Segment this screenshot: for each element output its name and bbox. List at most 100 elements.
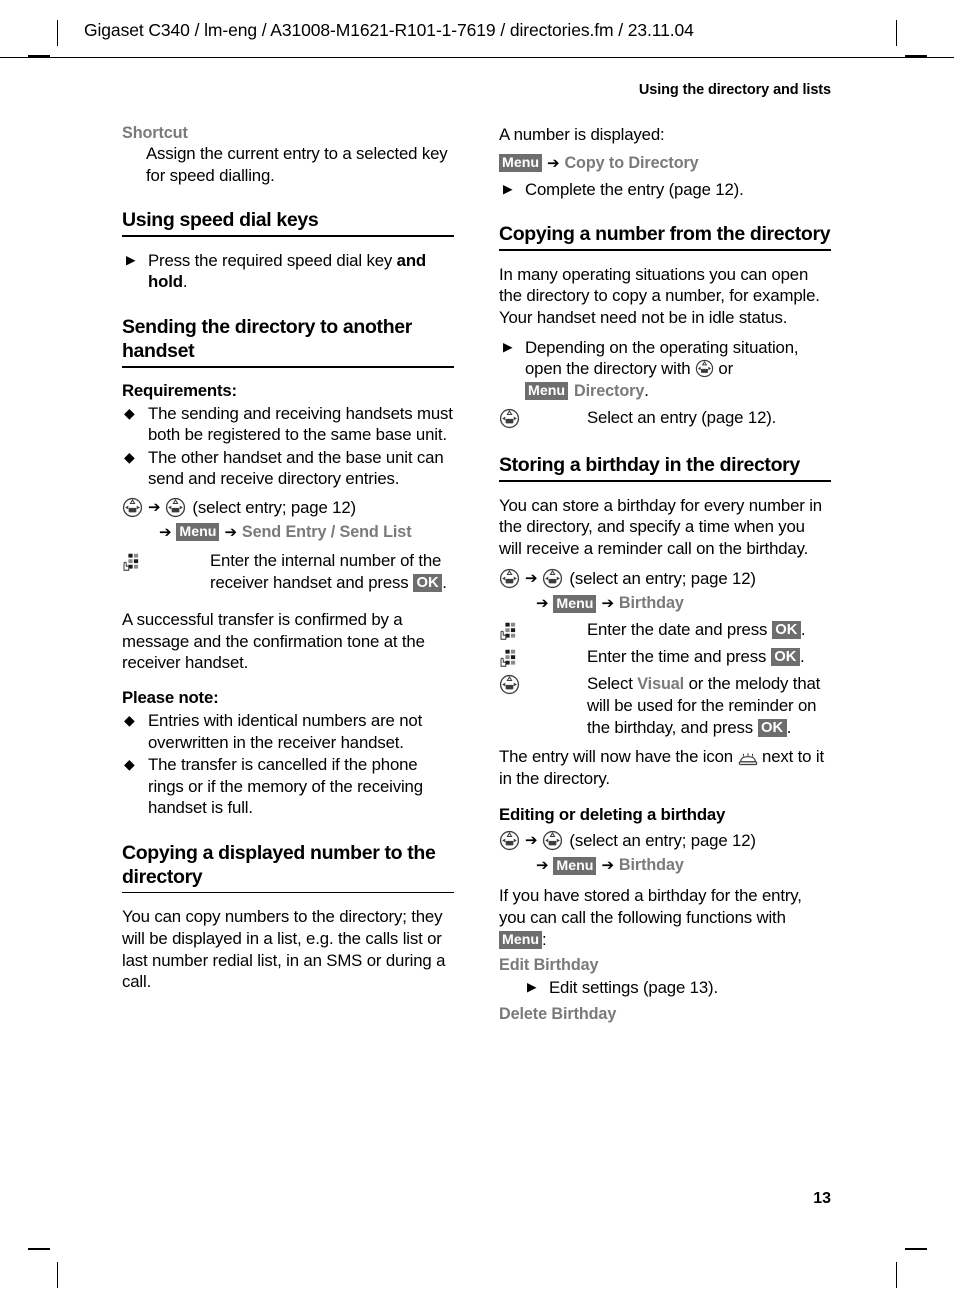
speed-dial-step-post: .: [182, 272, 188, 292]
enter-time-step: Enter the time and press OK.: [499, 646, 831, 671]
arrow-right-icon: ➔: [601, 857, 614, 875]
right-column: A number is displayed: Menu ➔ Copy to Di…: [499, 124, 831, 1024]
menu-key-badge[interactable]: Menu: [553, 594, 597, 613]
list-item: ◆ The other handset and the base unit can…: [122, 447, 454, 490]
list-item: ▶ Edit settings (page 13).: [523, 977, 831, 999]
requirements-label: Requirements:: [122, 380, 237, 400]
list-item: ◆ The transfer is cancelled if the phone …: [122, 754, 454, 819]
transfer-confirm-text: A successful transfer is confirmed by a …: [122, 610, 425, 673]
open-directory-step-post: .: [644, 380, 649, 400]
select-melody-step: Select Visual or the melody that will be…: [499, 673, 831, 739]
birthday-cake-icon: [738, 751, 758, 766]
send-keypad-step: Enter the internal number of the receive…: [122, 550, 454, 593]
navigation-key-icon: [165, 497, 186, 518]
arrow-right-icon: ➔: [536, 595, 549, 613]
copying-from-body: In many operating situations you can ope…: [499, 264, 820, 327]
keypad-digit-keys-icon: [499, 619, 587, 644]
diamond-bullet-icon: ◆: [124, 756, 135, 773]
storing-birthday-heading-block: Storing a birthday in the directory: [499, 453, 831, 482]
heading-rule: [122, 235, 454, 237]
send-keypad-step-text: Enter the internal number of the receive…: [210, 550, 454, 593]
arrow-right-icon: ➔: [601, 595, 614, 613]
editing-birthday-body-post: :: [542, 929, 547, 949]
requirement-text: The other handset and the base unit can …: [148, 447, 444, 489]
speed-dial-heading-block: Using speed dial keys: [122, 208, 454, 237]
open-directory-step-pre: Depending on the operating situation, op…: [525, 337, 799, 379]
delete-birthday-label[interactable]: Delete Birthday: [499, 1005, 831, 1024]
note-text: Entries with identical numbers are not o…: [148, 710, 423, 752]
edit-settings-step: Edit settings (page 13).: [549, 978, 718, 998]
enter-time-pre: Enter the time and press: [587, 646, 771, 666]
navigation-key-icon: [499, 830, 520, 851]
arrow-right-icon: ➔: [525, 832, 538, 850]
keypad-digit-keys-icon: [499, 646, 587, 671]
arrow-right-icon: ➔: [547, 154, 560, 172]
crop-mark-bottom-left-vertical: [57, 1262, 58, 1288]
menu-key-badge[interactable]: Menu: [176, 523, 220, 542]
triangle-bullet-icon: ▶: [126, 252, 136, 267]
birthday-select-entry-text: (select an entry; page 12): [569, 569, 756, 589]
document-header-path: Gigaset C340 / lm-eng / A31008-M1621-R10…: [84, 20, 694, 40]
requirement-text: The sending and receiving handsets must …: [148, 403, 453, 445]
ok-key-badge[interactable]: OK: [757, 718, 787, 737]
ok-key-badge[interactable]: OK: [771, 621, 801, 640]
birthday-menu-item[interactable]: Birthday: [619, 592, 684, 615]
enter-time-step-text: Enter the time and press OK.: [587, 646, 831, 668]
note-text: The transfer is cancelled if the phone r…: [148, 755, 423, 818]
navigation-key-icon: [499, 673, 587, 697]
shortcut-description: Assign the current entry to a selected k…: [146, 144, 448, 185]
diamond-bullet-icon: ◆: [124, 448, 135, 465]
heading-rule: [499, 479, 831, 482]
birthday-icon-note-pre: The entry will now have the icon: [499, 747, 738, 767]
menu-key-badge[interactable]: Menu: [499, 930, 543, 949]
birthday-menu-item[interactable]: Birthday: [619, 854, 684, 877]
triangle-bullet-icon: ▶: [527, 980, 537, 995]
storing-birthday-body: You can store a birthday for every numbe…: [499, 495, 822, 558]
navigation-key-icon: [499, 568, 520, 589]
running-head: Using the directory and lists: [638, 82, 831, 98]
edit-birthday-label[interactable]: Edit Birthday: [499, 956, 831, 975]
navigation-key-icon: [122, 497, 143, 518]
ok-key-badge[interactable]: OK: [413, 573, 443, 592]
editing-birthday-command-line-1: ➔ (select an entry; page 12): [499, 829, 831, 852]
copying-displayed-heading: Copying a displayed number to the direct…: [122, 841, 436, 888]
shortcut-definition: Shortcut Assign the current entry to a s…: [122, 124, 454, 186]
copying-from-heading-block: Copying a number from the directory: [499, 222, 831, 251]
left-column: Shortcut Assign the current entry to a s…: [122, 124, 454, 1007]
editing-birthday-heading: Editing or deleting a birthday: [499, 805, 726, 825]
editing-birthday-select-text: (select an entry; page 12): [569, 831, 756, 851]
select-visual-pre: Select: [587, 673, 638, 693]
page-number: 13: [813, 1190, 831, 1207]
arrow-right-icon: ➔: [525, 570, 538, 588]
document-page: Gigaset C340 / lm-eng / A31008-M1621-R10…: [0, 0, 954, 1307]
menu-key-badge[interactable]: Menu: [525, 381, 569, 400]
menu-key-badge[interactable]: Menu: [553, 856, 597, 875]
menu-key-badge[interactable]: Menu: [499, 154, 543, 173]
birthday-icon-note: The entry will now have the icon next to…: [499, 746, 831, 789]
shortcut-label: Shortcut: [122, 124, 188, 142]
visual-option-name[interactable]: Visual: [637, 675, 684, 693]
navigation-key-icon: [542, 568, 563, 589]
crop-mark-top-left-vertical: [57, 20, 58, 46]
number-displayed-steps: ▶ Complete the entry (page 12).: [499, 179, 831, 201]
arrow-right-icon: ➔: [159, 523, 172, 541]
editing-birthday-command-line-2: ➔ Menu ➔ Birthday: [499, 854, 831, 877]
navigation-key-icon: [695, 359, 714, 378]
enter-date-step-text: Enter the date and press OK.: [587, 619, 831, 641]
navigation-key-icon: [499, 407, 587, 431]
select-melody-step-text: Select Visual or the melody that will be…: [587, 673, 831, 739]
triangle-bullet-icon: ▶: [503, 181, 513, 196]
crop-mark-top-right-vertical: [896, 20, 897, 46]
copying-displayed-heading-block: Copying a displayed number to the direct…: [122, 841, 454, 894]
select-entry-step-text: Select an entry (page 12).: [587, 408, 777, 428]
send-entry-menu-item[interactable]: Send Entry / Send List: [242, 521, 412, 544]
directory-menu-item[interactable]: Directory: [574, 382, 644, 400]
ok-key-badge[interactable]: OK: [770, 647, 800, 666]
enter-date-pre: Enter the date and press: [587, 620, 772, 640]
copy-to-directory-menu-item[interactable]: Copy to Directory: [564, 152, 698, 175]
arrow-right-icon: ➔: [536, 857, 549, 875]
editing-birthday-body-pre: If you have stored a birthday for the en…: [499, 886, 802, 928]
birthday-command-line-1: ➔ (select an entry; page 12): [499, 567, 831, 590]
crop-mark-bottom-right-vertical: [896, 1262, 897, 1288]
select-visual-end: .: [786, 717, 792, 737]
